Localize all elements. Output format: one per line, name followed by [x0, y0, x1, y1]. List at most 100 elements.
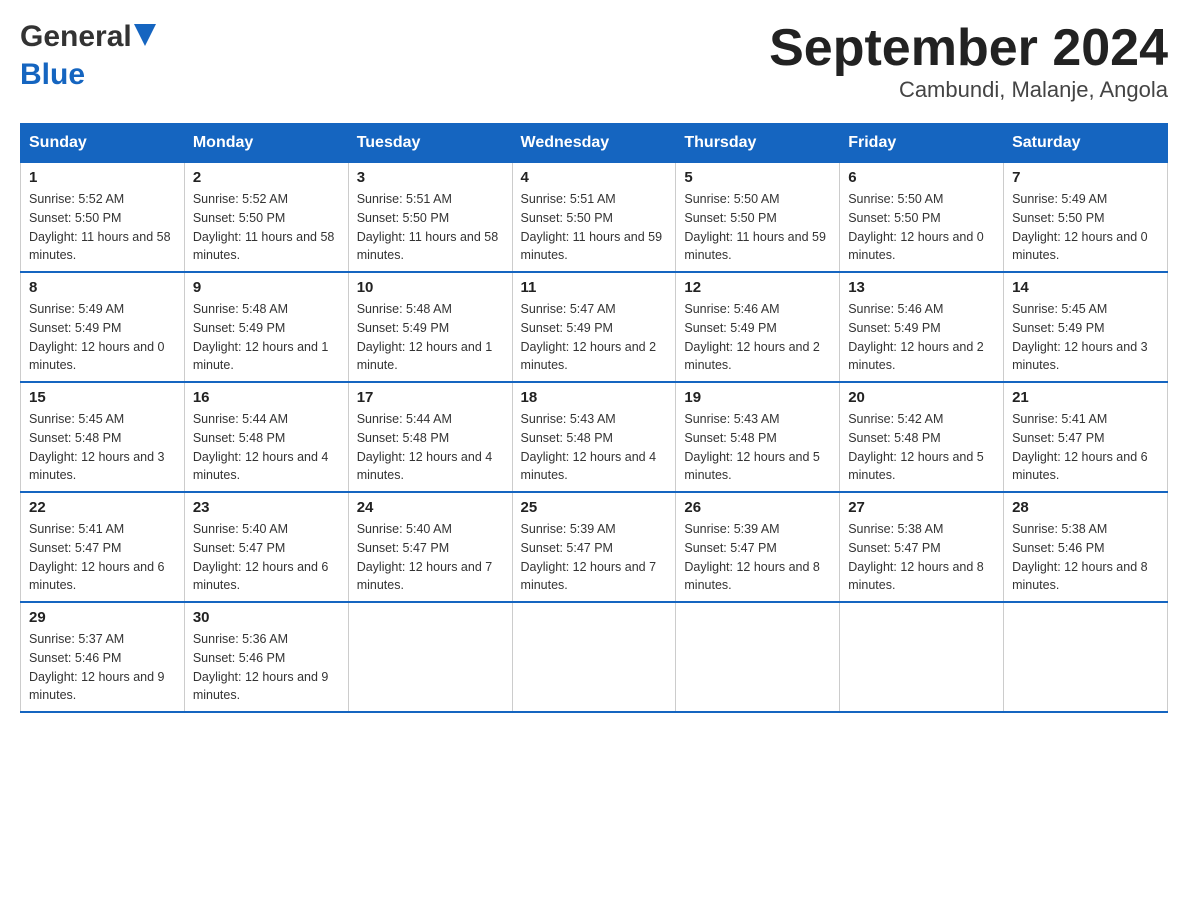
- col-wednesday: Wednesday: [512, 124, 676, 163]
- day-info: Sunrise: 5:41 AM Sunset: 5:47 PM Dayligh…: [29, 520, 176, 595]
- col-thursday: Thursday: [676, 124, 840, 163]
- table-row: 15 Sunrise: 5:45 AM Sunset: 5:48 PM Dayl…: [21, 382, 185, 492]
- table-row: [840, 602, 1004, 712]
- day-info: Sunrise: 5:37 AM Sunset: 5:46 PM Dayligh…: [29, 630, 176, 705]
- day-info: Sunrise: 5:48 AM Sunset: 5:49 PM Dayligh…: [357, 300, 504, 375]
- day-info: Sunrise: 5:44 AM Sunset: 5:48 PM Dayligh…: [357, 410, 504, 485]
- table-row: 30 Sunrise: 5:36 AM Sunset: 5:46 PM Dayl…: [184, 602, 348, 712]
- day-number: 2: [193, 169, 340, 186]
- day-number: 24: [357, 499, 504, 516]
- day-info: Sunrise: 5:39 AM Sunset: 5:47 PM Dayligh…: [521, 520, 668, 595]
- day-number: 26: [684, 499, 831, 516]
- table-row: 3 Sunrise: 5:51 AM Sunset: 5:50 PM Dayli…: [348, 163, 512, 273]
- calendar-header-row: Sunday Monday Tuesday Wednesday Thursday…: [21, 124, 1168, 163]
- table-row: 5 Sunrise: 5:50 AM Sunset: 5:50 PM Dayli…: [676, 163, 840, 273]
- day-info: Sunrise: 5:40 AM Sunset: 5:47 PM Dayligh…: [193, 520, 340, 595]
- table-row: 16 Sunrise: 5:44 AM Sunset: 5:48 PM Dayl…: [184, 382, 348, 492]
- day-number: 23: [193, 499, 340, 516]
- table-row: 10 Sunrise: 5:48 AM Sunset: 5:49 PM Dayl…: [348, 272, 512, 382]
- day-info: Sunrise: 5:47 AM Sunset: 5:49 PM Dayligh…: [521, 300, 668, 375]
- table-row: 2 Sunrise: 5:52 AM Sunset: 5:50 PM Dayli…: [184, 163, 348, 273]
- day-number: 4: [521, 169, 668, 186]
- table-row: 17 Sunrise: 5:44 AM Sunset: 5:48 PM Dayl…: [348, 382, 512, 492]
- table-row: 12 Sunrise: 5:46 AM Sunset: 5:49 PM Dayl…: [676, 272, 840, 382]
- day-number: 22: [29, 499, 176, 516]
- day-number: 29: [29, 609, 176, 626]
- table-row: 25 Sunrise: 5:39 AM Sunset: 5:47 PM Dayl…: [512, 492, 676, 602]
- day-info: Sunrise: 5:36 AM Sunset: 5:46 PM Dayligh…: [193, 630, 340, 705]
- day-number: 27: [848, 499, 995, 516]
- day-info: Sunrise: 5:45 AM Sunset: 5:48 PM Dayligh…: [29, 410, 176, 485]
- day-number: 9: [193, 279, 340, 296]
- table-row: 27 Sunrise: 5:38 AM Sunset: 5:47 PM Dayl…: [840, 492, 1004, 602]
- day-info: Sunrise: 5:45 AM Sunset: 5:49 PM Dayligh…: [1012, 300, 1159, 375]
- table-row: 7 Sunrise: 5:49 AM Sunset: 5:50 PM Dayli…: [1004, 163, 1168, 273]
- day-info: Sunrise: 5:38 AM Sunset: 5:46 PM Dayligh…: [1012, 520, 1159, 595]
- table-row: [676, 602, 840, 712]
- day-info: Sunrise: 5:46 AM Sunset: 5:49 PM Dayligh…: [684, 300, 831, 375]
- day-number: 16: [193, 389, 340, 406]
- day-info: Sunrise: 5:52 AM Sunset: 5:50 PM Dayligh…: [29, 190, 176, 265]
- table-row: 18 Sunrise: 5:43 AM Sunset: 5:48 PM Dayl…: [512, 382, 676, 492]
- day-number: 30: [193, 609, 340, 626]
- day-number: 7: [1012, 169, 1159, 186]
- col-saturday: Saturday: [1004, 124, 1168, 163]
- day-info: Sunrise: 5:51 AM Sunset: 5:50 PM Dayligh…: [357, 190, 504, 265]
- day-number: 28: [1012, 499, 1159, 516]
- day-info: Sunrise: 5:40 AM Sunset: 5:47 PM Dayligh…: [357, 520, 504, 595]
- day-number: 18: [521, 389, 668, 406]
- week-row-4: 22 Sunrise: 5:41 AM Sunset: 5:47 PM Dayl…: [21, 492, 1168, 602]
- day-number: 11: [521, 279, 668, 296]
- day-number: 19: [684, 389, 831, 406]
- col-tuesday: Tuesday: [348, 124, 512, 163]
- calendar-table: Sunday Monday Tuesday Wednesday Thursday…: [20, 123, 1168, 713]
- week-row-5: 29 Sunrise: 5:37 AM Sunset: 5:46 PM Dayl…: [21, 602, 1168, 712]
- calendar-title: September 2024: [769, 20, 1168, 77]
- calendar-subtitle: Cambundi, Malanje, Angola: [769, 77, 1168, 103]
- day-info: Sunrise: 5:46 AM Sunset: 5:49 PM Dayligh…: [848, 300, 995, 375]
- day-info: Sunrise: 5:49 AM Sunset: 5:50 PM Dayligh…: [1012, 190, 1159, 265]
- table-row: 24 Sunrise: 5:40 AM Sunset: 5:47 PM Dayl…: [348, 492, 512, 602]
- table-row: 11 Sunrise: 5:47 AM Sunset: 5:49 PM Dayl…: [512, 272, 676, 382]
- day-number: 5: [684, 169, 831, 186]
- logo-blue-text: Blue: [20, 58, 85, 91]
- table-row: 21 Sunrise: 5:41 AM Sunset: 5:47 PM Dayl…: [1004, 382, 1168, 492]
- day-info: Sunrise: 5:43 AM Sunset: 5:48 PM Dayligh…: [521, 410, 668, 485]
- col-monday: Monday: [184, 124, 348, 163]
- table-row: 20 Sunrise: 5:42 AM Sunset: 5:48 PM Dayl…: [840, 382, 1004, 492]
- day-number: 17: [357, 389, 504, 406]
- logo: General Blue: [20, 20, 156, 92]
- week-row-3: 15 Sunrise: 5:45 AM Sunset: 5:48 PM Dayl…: [21, 382, 1168, 492]
- day-number: 25: [521, 499, 668, 516]
- day-info: Sunrise: 5:51 AM Sunset: 5:50 PM Dayligh…: [521, 190, 668, 265]
- day-info: Sunrise: 5:42 AM Sunset: 5:48 PM Dayligh…: [848, 410, 995, 485]
- table-row: 4 Sunrise: 5:51 AM Sunset: 5:50 PM Dayli…: [512, 163, 676, 273]
- logo-general-text: General: [20, 20, 132, 54]
- day-info: Sunrise: 5:50 AM Sunset: 5:50 PM Dayligh…: [684, 190, 831, 265]
- day-info: Sunrise: 5:49 AM Sunset: 5:49 PM Dayligh…: [29, 300, 176, 375]
- day-info: Sunrise: 5:50 AM Sunset: 5:50 PM Dayligh…: [848, 190, 995, 265]
- table-row: 22 Sunrise: 5:41 AM Sunset: 5:47 PM Dayl…: [21, 492, 185, 602]
- logo-triangle-icon: [134, 24, 156, 46]
- day-number: 1: [29, 169, 176, 186]
- day-number: 20: [848, 389, 995, 406]
- week-row-1: 1 Sunrise: 5:52 AM Sunset: 5:50 PM Dayli…: [21, 163, 1168, 273]
- table-row: 6 Sunrise: 5:50 AM Sunset: 5:50 PM Dayli…: [840, 163, 1004, 273]
- table-row: 23 Sunrise: 5:40 AM Sunset: 5:47 PM Dayl…: [184, 492, 348, 602]
- day-number: 12: [684, 279, 831, 296]
- table-row: 29 Sunrise: 5:37 AM Sunset: 5:46 PM Dayl…: [21, 602, 185, 712]
- day-number: 14: [1012, 279, 1159, 296]
- day-number: 13: [848, 279, 995, 296]
- table-row: [512, 602, 676, 712]
- day-number: 6: [848, 169, 995, 186]
- day-number: 10: [357, 279, 504, 296]
- table-row: 8 Sunrise: 5:49 AM Sunset: 5:49 PM Dayli…: [21, 272, 185, 382]
- day-info: Sunrise: 5:38 AM Sunset: 5:47 PM Dayligh…: [848, 520, 995, 595]
- title-area: September 2024 Cambundi, Malanje, Angola: [769, 20, 1168, 103]
- day-info: Sunrise: 5:48 AM Sunset: 5:49 PM Dayligh…: [193, 300, 340, 375]
- col-sunday: Sunday: [21, 124, 185, 163]
- table-row: 26 Sunrise: 5:39 AM Sunset: 5:47 PM Dayl…: [676, 492, 840, 602]
- day-info: Sunrise: 5:43 AM Sunset: 5:48 PM Dayligh…: [684, 410, 831, 485]
- col-friday: Friday: [840, 124, 1004, 163]
- day-number: 15: [29, 389, 176, 406]
